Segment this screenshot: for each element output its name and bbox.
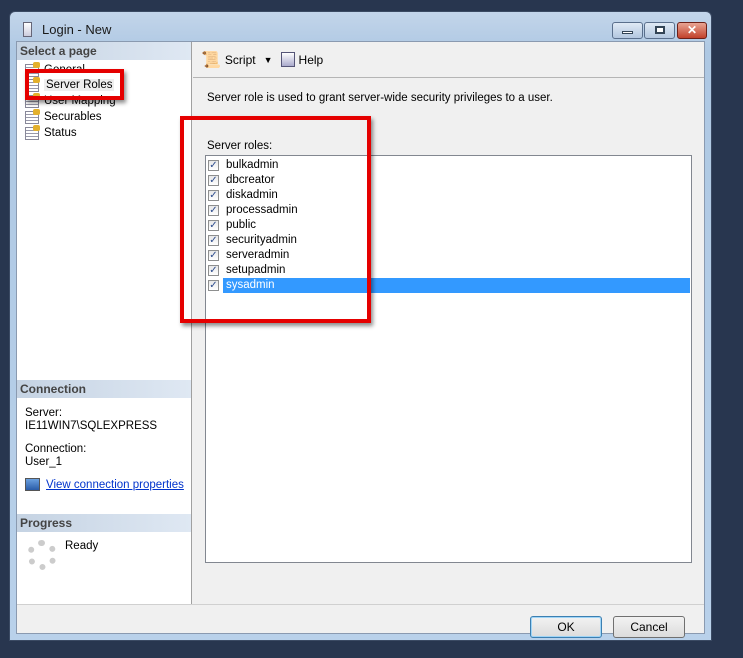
connection-label: Connection:: [25, 443, 87, 455]
annotation-box-roles-list: [180, 116, 371, 323]
annotation-box-server-roles: [25, 69, 124, 100]
toolbar: 📜 Script ▼ Help: [193, 42, 704, 78]
script-button[interactable]: Script: [225, 53, 256, 67]
page-label: Status: [44, 127, 77, 139]
connection-info: Server: IE11WIN7\SQLEXPRESS Connection: …: [25, 407, 157, 469]
help-button[interactable]: Help: [299, 53, 324, 67]
window-title: Login - New: [42, 22, 112, 37]
server-label: Server:: [25, 407, 63, 419]
minimize-button[interactable]: [612, 22, 643, 39]
ok-button[interactable]: OK: [530, 616, 602, 638]
progress-header: Progress: [17, 514, 191, 532]
description-text: Server role is used to grant server-wide…: [207, 92, 553, 104]
maximize-button[interactable]: [644, 22, 675, 39]
sidebar: Select a page General Server Roles User …: [17, 42, 192, 604]
progress-spinner-icon: [27, 540, 57, 570]
page-securables[interactable]: Securables: [25, 108, 102, 125]
server-value: IE11WIN7\SQLEXPRESS: [25, 420, 158, 432]
help-icon: [280, 52, 295, 67]
view-connection-properties[interactable]: View connection properties: [25, 478, 184, 491]
connection-header: Connection: [17, 380, 191, 398]
cancel-button[interactable]: Cancel: [613, 616, 685, 638]
script-icon: 📜: [201, 51, 221, 69]
progress-status: Ready: [65, 540, 99, 552]
login-dialog: Login - New ✕ Select a page General Serv…: [9, 11, 712, 641]
select-page-header: Select a page: [17, 42, 191, 60]
close-button[interactable]: ✕: [677, 22, 707, 39]
script-dropdown-arrow-icon[interactable]: ▼: [264, 55, 273, 65]
view-connection-properties-link[interactable]: View connection properties: [46, 479, 184, 491]
connection-properties-icon: [25, 478, 40, 491]
login-icon: [23, 22, 32, 37]
page-status[interactable]: Status: [25, 124, 77, 141]
connection-value: User_1: [25, 456, 63, 468]
page-label: Securables: [44, 111, 102, 123]
page-icon: [25, 108, 40, 124]
page-icon: [25, 124, 40, 140]
